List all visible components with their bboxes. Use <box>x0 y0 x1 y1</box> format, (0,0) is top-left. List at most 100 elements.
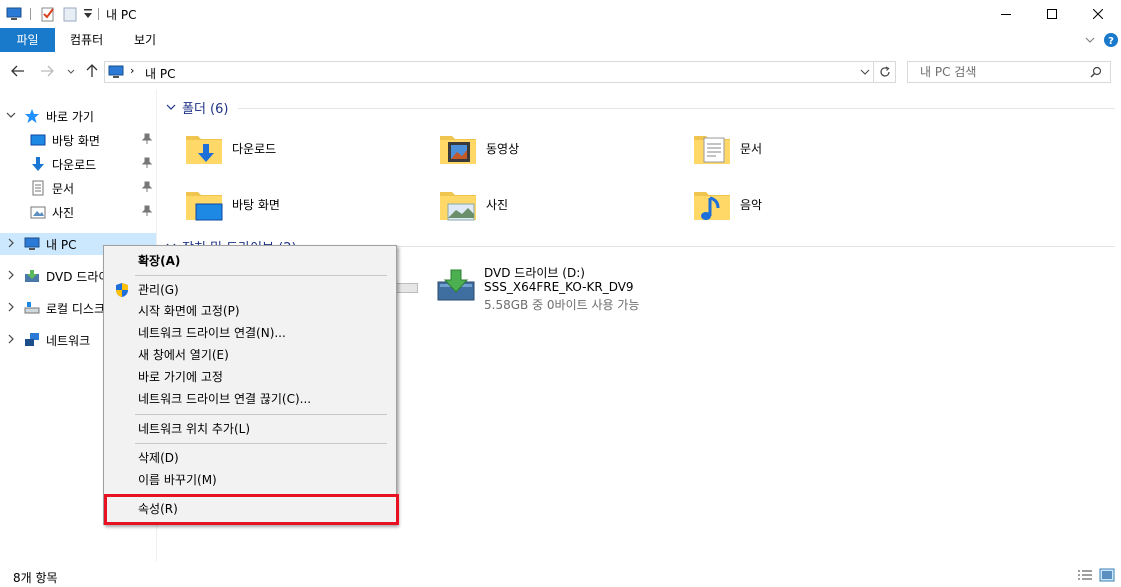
star-icon <box>24 108 40 124</box>
menu-separator <box>135 414 387 415</box>
folder-label: 바탕 화면 <box>232 197 280 212</box>
menu-item-delete[interactable]: 삭제(D) <box>138 448 179 468</box>
drive-tile-dvd[interactable]: DVD 드라이브 (D:) SSS_X64FRE_KO-KR_DV9 5.58G… <box>436 264 736 314</box>
menu-separator <box>135 275 387 276</box>
minimize-button[interactable] <box>983 0 1029 28</box>
breadcrumb-chevron-icon[interactable]: › <box>130 64 134 77</box>
search-input[interactable] <box>918 62 1088 82</box>
breadcrumb[interactable]: 내 PC <box>145 65 175 82</box>
forward-button[interactable] <box>38 62 56 80</box>
computer-icon <box>108 64 124 83</box>
drive-free-space: 5.58GB 중 0바이트 사용 가능 <box>484 298 640 312</box>
back-button[interactable] <box>9 62 27 80</box>
sidebar-item-quick-access[interactable]: 바로 가기 <box>6 105 156 127</box>
pin-icon[interactable] <box>141 205 153 220</box>
help-icon[interactable]: ? <box>1103 32 1119 51</box>
qat-separator <box>30 8 31 20</box>
folder-tile-pictures[interactable]: 사진 <box>438 179 688 229</box>
collapsed-chevron-icon[interactable] <box>6 238 18 251</box>
folder-tile-desktop[interactable]: 바탕 화면 <box>184 179 434 229</box>
sidebar-item-documents[interactable]: 문서 <box>30 177 156 199</box>
pictures-icon <box>30 204 46 220</box>
desktop-folder-icon <box>184 184 224 224</box>
folder-tile-documents[interactable]: 문서 <box>692 123 942 173</box>
sidebar-item-desktop[interactable]: 바탕 화면 <box>30 129 156 151</box>
drive-volume-label: SSS_X64FRE_KO-KR_DV9 <box>484 280 634 294</box>
folder-tile-downloads[interactable]: 다운로드 <box>184 123 434 173</box>
up-button[interactable] <box>83 62 101 80</box>
item-count: 8개 항목 <box>13 571 58 585</box>
computer-icon[interactable] <box>6 6 22 22</box>
collapsed-chevron-icon[interactable] <box>6 302 18 315</box>
folder-label: 동영상 <box>486 141 520 156</box>
search-icon[interactable] <box>1090 66 1102 81</box>
folder-tile-music[interactable]: 음악 <box>692 179 942 229</box>
collapsed-chevron-icon[interactable] <box>6 270 18 283</box>
dvd-drive-icon <box>24 268 40 284</box>
menu-item-pin-quick-access[interactable]: 바로 가기에 고정 <box>138 367 223 387</box>
menu-item-disconnect-network-drive[interactable]: 네트워크 드라이브 연결 끊기(C)... <box>138 389 311 409</box>
title-bar: 내 PC <box>0 0 1121 28</box>
ribbon-tabs: 파일 컴퓨터 보기 ? <box>0 28 1121 52</box>
sidebar-item-label: 문서 <box>52 181 75 196</box>
shield-icon <box>114 282 130 301</box>
documents-folder-icon <box>692 128 732 168</box>
address-bar[interactable]: › 내 PC <box>104 61 874 83</box>
disk-usage-bar <box>396 283 418 293</box>
dvd-drive-icon <box>436 268 476 307</box>
videos-folder-icon <box>438 128 478 168</box>
search-box[interactable] <box>907 61 1111 83</box>
menu-item-open-new-window[interactable]: 새 창에서 열기(E) <box>138 345 229 365</box>
new-folder-icon[interactable] <box>62 6 78 22</box>
sidebar-item-label: DVD 드라이 <box>46 269 110 284</box>
address-dropdown-icon[interactable] <box>859 66 871 81</box>
network-icon <box>24 332 40 348</box>
ribbon-collapse-icon[interactable] <box>1084 34 1096 49</box>
menu-separator <box>135 443 387 444</box>
pin-icon[interactable] <box>141 133 153 148</box>
folder-label: 문서 <box>740 141 763 156</box>
pin-icon[interactable] <box>141 181 153 196</box>
collapse-chevron-icon[interactable] <box>166 102 176 112</box>
tab-computer[interactable]: 컴퓨터 <box>58 28 115 52</box>
group-header-folders[interactable]: 폴더 (6) <box>166 98 228 117</box>
recent-locations-icon[interactable] <box>62 62 80 80</box>
navigation-bar: › 내 PC <box>0 52 1121 90</box>
group-divider <box>238 108 1115 109</box>
menu-item-add-network-location[interactable]: 네트워크 위치 추가(L) <box>138 419 250 439</box>
folder-tile-videos[interactable]: 동영상 <box>438 123 688 173</box>
menu-item-pin-to-start[interactable]: 시작 화면에 고정(P) <box>138 301 240 321</box>
svg-text:?: ? <box>1108 36 1114 47</box>
sidebar-item-pictures[interactable]: 사진 <box>30 201 156 223</box>
sidebar-item-label: 내 PC <box>46 237 77 252</box>
tab-file[interactable]: 파일 <box>0 28 55 52</box>
sidebar-item-label: 다운로드 <box>52 157 97 172</box>
expanded-chevron-icon[interactable] <box>6 110 18 123</box>
menu-item-map-network-drive[interactable]: 네트워크 드라이브 연결(N)... <box>138 323 286 343</box>
properties-icon[interactable] <box>40 6 56 22</box>
tab-view[interactable]: 보기 <box>122 28 168 52</box>
sidebar-item-label: 바탕 화면 <box>52 133 100 148</box>
group-divider <box>330 246 1115 247</box>
highlight-box <box>104 494 399 525</box>
window-title: 내 PC <box>106 8 137 22</box>
maximize-button[interactable] <box>1029 0 1075 28</box>
drive-name: DVD 드라이브 (D:) <box>484 266 585 280</box>
sidebar-item-label: 네트워크 <box>46 333 91 348</box>
menu-item-expand[interactable]: 확장(A) <box>138 251 180 271</box>
large-icons-view-icon[interactable] <box>1099 568 1115 585</box>
close-button[interactable] <box>1075 0 1121 28</box>
sidebar-item-label: 바로 가기 <box>46 109 94 124</box>
folder-label: 음악 <box>740 197 763 212</box>
sidebar-item-downloads[interactable]: 다운로드 <box>30 153 156 175</box>
qat-dropdown-icon[interactable] <box>82 8 98 24</box>
download-folder-icon <box>184 128 224 168</box>
details-view-icon[interactable] <box>1077 569 1093 584</box>
qat-separator <box>98 8 99 20</box>
refresh-button[interactable] <box>874 61 896 83</box>
menu-item-manage[interactable]: 관리(G) <box>138 280 179 300</box>
collapsed-chevron-icon[interactable] <box>6 334 18 347</box>
pin-icon[interactable] <box>141 157 153 172</box>
menu-item-rename[interactable]: 이름 바꾸기(M) <box>138 470 217 490</box>
sidebar-item-label: 사진 <box>52 205 75 220</box>
